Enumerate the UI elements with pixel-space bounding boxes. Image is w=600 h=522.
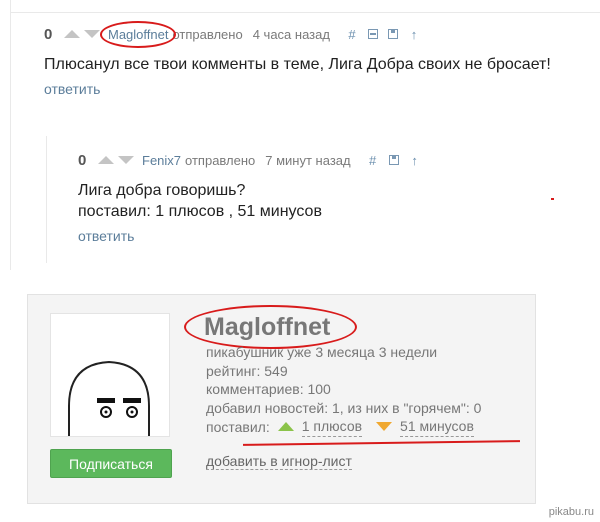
upvote-icon[interactable] <box>64 30 80 38</box>
comment-line-2: поставил: 1 плюсов , 51 минусов <box>78 203 322 220</box>
profile-comments-count: комментариев: 100 <box>206 381 331 397</box>
sent-label: отправлено <box>185 152 256 168</box>
arrow-up-parent-icon[interactable]: ↑ <box>409 153 421 168</box>
arrow-up-parent-icon[interactable]: ↑ <box>408 27 420 42</box>
given-label: поставил: <box>206 418 270 435</box>
avatar-face-icon <box>68 360 150 436</box>
profile-card: Подписаться Magloffnet пикабушник уже 3 … <box>27 294 536 504</box>
sent-label: отправлено <box>172 26 243 42</box>
comment-author-link[interactable]: Fenix7 <box>142 153 181 168</box>
subscribe-button[interactable]: Подписаться <box>50 449 172 478</box>
upvote-icon[interactable] <box>98 156 114 164</box>
profile-news: добавил новостей: 1, из них в "горячем":… <box>206 399 482 416</box>
comment-line-1: Лига добра говоришь? <box>78 182 246 199</box>
profile-rating: рейтинг: 549 <box>206 362 288 379</box>
collapse-icon[interactable] <box>367 29 378 39</box>
permalink-hash-icon[interactable]: # <box>367 153 379 168</box>
watermark: pikabu.ru <box>548 506 594 518</box>
minus-triangle-icon <box>376 422 393 432</box>
comment-text: Лига добра говоришь? поставил: 1 плюсов … <box>78 180 558 222</box>
comment-time[interactable]: 4 часа назад <box>253 27 330 42</box>
reply-link[interactable]: ответить <box>44 81 100 97</box>
avatar[interactable] <box>50 313 170 437</box>
annotation-red-dot <box>551 198 554 200</box>
comment-magloffnet: 0 Magloffnet отправлено 4 часа назад # ↑… <box>44 20 594 99</box>
comment-text: Плюсанул все твои комменты в теме, Лига … <box>44 56 551 73</box>
profile-stats: пикабушник уже 3 месяца 3 недели рейтинг… <box>206 343 488 437</box>
plus-triangle-icon <box>277 422 294 432</box>
thread-separator <box>10 12 600 13</box>
comment-fenix7: 0 Fenix7 отправлено 7 минут назад # ↑ Ли… <box>78 148 558 246</box>
save-icon[interactable] <box>387 29 398 39</box>
given-minuses-link[interactable]: 51 минусов <box>400 417 474 437</box>
thread-guide-1 <box>10 0 11 270</box>
given-pluses-link[interactable]: 1 плюсов <box>301 417 363 437</box>
comment-rating: 0 <box>78 151 87 169</box>
permalink-hash-icon[interactable]: # <box>346 27 358 42</box>
comment-time[interactable]: 7 минут назад <box>265 153 350 168</box>
profile-tenure: пикабушник уже 3 месяца 3 недели <box>206 344 438 360</box>
comment-rating: 0 <box>44 25 53 43</box>
comment-header: 0 Magloffnet отправлено 4 часа назад # ↑ <box>44 20 594 48</box>
comment-header: 0 Fenix7 отправлено 7 минут назад # ↑ <box>78 148 558 172</box>
profile-given-votes: поставил: 1 плюсов 51 минусов <box>206 417 488 437</box>
thread-guide-2 <box>46 136 47 263</box>
comment-author-link[interactable]: Magloffnet <box>99 20 178 48</box>
add-to-ignore-link[interactable]: добавить в игнор-лист <box>206 453 352 470</box>
reply-link[interactable]: ответить <box>78 228 134 244</box>
downvote-icon[interactable] <box>118 156 134 164</box>
downvote-icon[interactable] <box>84 30 100 38</box>
annotation-underline <box>242 440 521 446</box>
save-icon[interactable] <box>388 155 399 165</box>
